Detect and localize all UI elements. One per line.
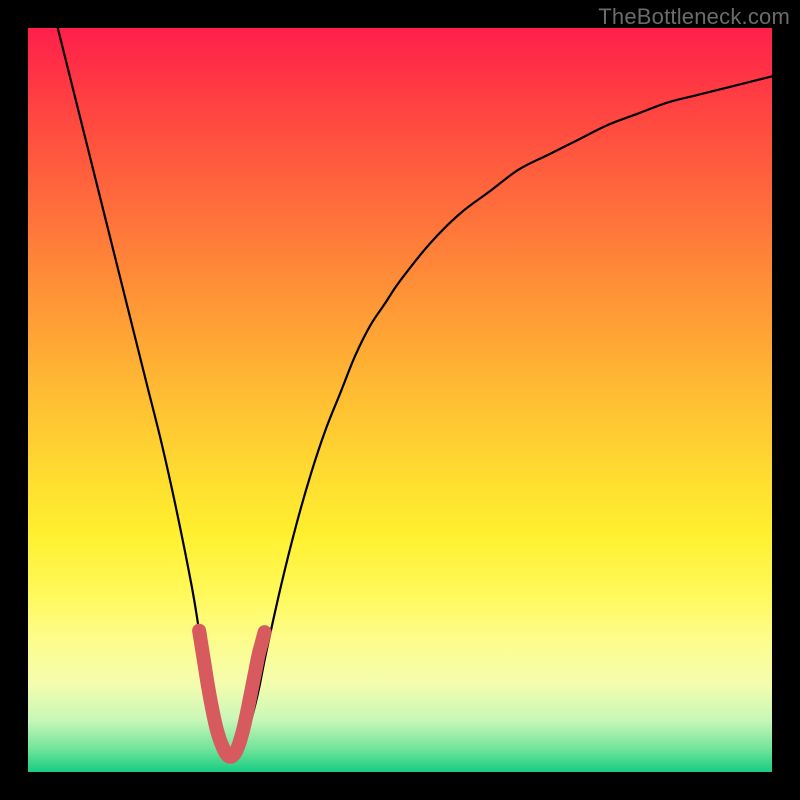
- bottleneck-chart: [28, 28, 772, 772]
- chart-plot-area: [28, 28, 772, 772]
- bottleneck-curve-path: [58, 28, 772, 759]
- watermark-label: TheBottleneck.com: [598, 4, 790, 30]
- optimum-marker-path: [199, 631, 264, 757]
